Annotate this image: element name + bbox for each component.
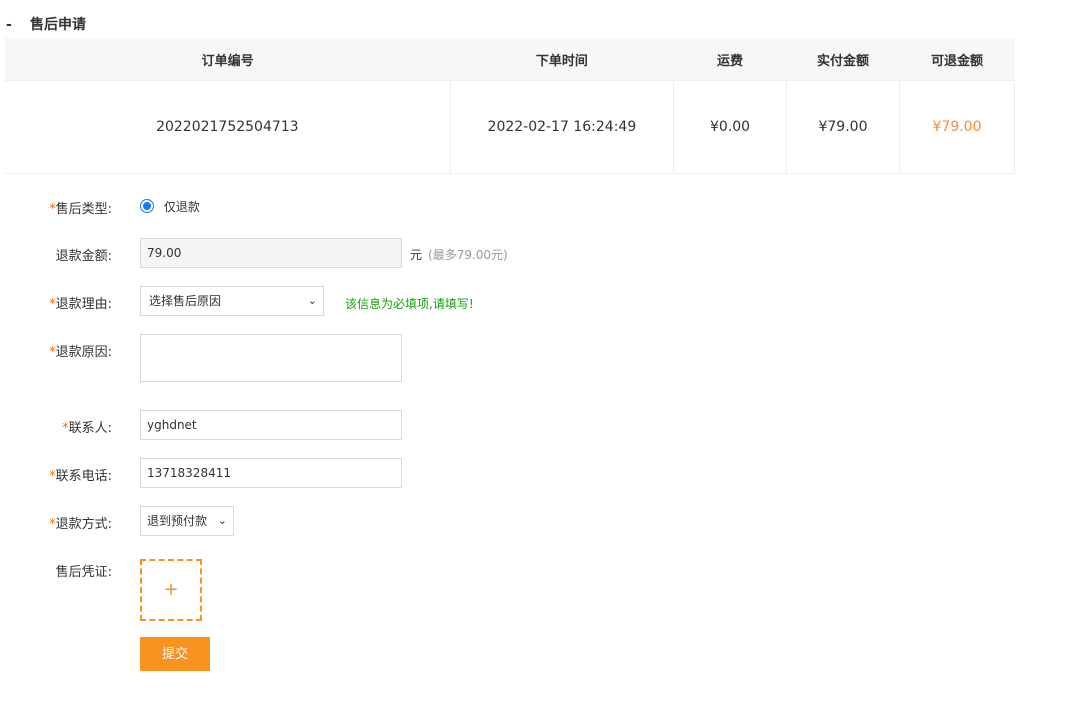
paid-amount: ¥79.00 xyxy=(785,80,900,174)
collapse-toggle[interactable]: - xyxy=(6,17,20,33)
chevron-down-icon: ⌄ xyxy=(217,514,227,527)
refund-amount-input[interactable]: 79.00 xyxy=(140,238,402,268)
type-label: *售后类型: xyxy=(49,202,112,217)
refund-method-select[interactable]: 退到预付款 ⌄ xyxy=(140,506,234,536)
amount-unit: 元 (最多79.00元) xyxy=(410,248,508,262)
reason-label: *退款理由: xyxy=(49,297,112,312)
plus-icon: + xyxy=(163,579,179,600)
reason-select[interactable]: 选择售后原因 ⌄ xyxy=(140,286,324,316)
cause-label: *退款原因: xyxy=(49,345,112,360)
amount-max-hint: (最多79.00元) xyxy=(428,248,508,262)
contact-label: *联系人: xyxy=(62,421,112,436)
order-table: 订单编号 下单时间 运费 实付金额 可退金额 2022021752504713 … xyxy=(5,38,1015,174)
order-number: 2022021752504713 xyxy=(5,80,451,174)
header-shipping: 运费 xyxy=(673,38,787,81)
method-label: *退款方式: xyxy=(49,517,112,532)
refund-only-radio[interactable]: 仅退款 xyxy=(140,198,200,215)
reason-required-hint: 该信息为必填项,请填写! xyxy=(345,297,474,311)
shipping-fee: ¥0.00 xyxy=(673,80,787,174)
header-order-time: 下单时间 xyxy=(450,38,674,81)
proof-label: 售后凭证: xyxy=(55,565,112,580)
refund-only-label: 仅退款 xyxy=(163,200,200,214)
header-order-no: 订单编号 xyxy=(5,38,451,81)
radio-selected-icon xyxy=(140,199,154,213)
phone-label: *联系电话: xyxy=(49,469,112,484)
contact-input[interactable]: yghdnet xyxy=(140,410,402,440)
order-time: 2022-02-17 16:24:49 xyxy=(449,80,674,174)
section-title: - 售后申请 xyxy=(6,14,86,34)
section-title-text: 售后申请 xyxy=(30,17,86,33)
amount-label: 退款金额: xyxy=(55,249,112,264)
cause-textarea[interactable] xyxy=(140,334,402,382)
header-paid: 实付金额 xyxy=(786,38,900,81)
refundable-amount: ¥79.00 xyxy=(899,80,1015,174)
table-row: 2022021752504713 2022-02-17 16:24:49 ¥0.… xyxy=(5,80,1015,174)
chevron-down-icon: ⌄ xyxy=(307,294,317,307)
header-refundable: 可退金额 xyxy=(899,38,1015,81)
phone-input[interactable]: 13718328411 xyxy=(140,458,402,488)
submit-button[interactable]: 提交 xyxy=(140,637,210,671)
upload-proof-button[interactable]: + xyxy=(140,559,202,621)
